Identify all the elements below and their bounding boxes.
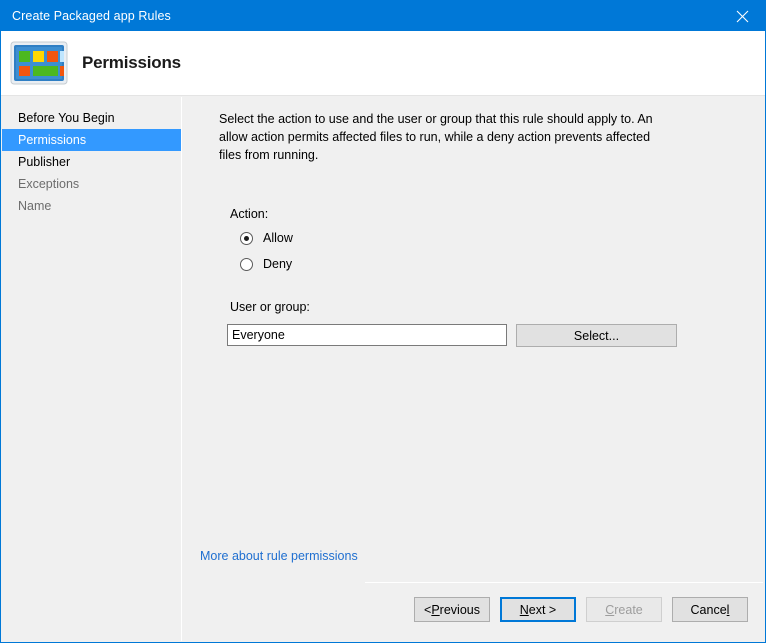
create-button-suffix: reate bbox=[614, 602, 643, 617]
window-title: Create Packaged app Rules bbox=[12, 9, 171, 23]
wizard-step-list: Before You Begin Permissions Publisher E… bbox=[2, 97, 182, 641]
radio-deny-indicator[interactable] bbox=[240, 257, 253, 271]
page-title: Permissions bbox=[82, 53, 181, 72]
next-button[interactable]: Next > bbox=[500, 597, 576, 622]
cancel-button[interactable]: Cance l bbox=[672, 597, 748, 622]
wizard-window: Create Packaged app Rules Permissions Be… bbox=[0, 0, 766, 643]
wizard-header: Permissions bbox=[1, 31, 765, 96]
previous-button-prefix: < bbox=[424, 602, 432, 617]
radio-allow-indicator[interactable] bbox=[240, 231, 253, 245]
sidebar-item-exceptions: Exceptions bbox=[18, 177, 80, 191]
previous-button-suffix: revious bbox=[439, 602, 480, 617]
radio-option-allow[interactable]: Allow bbox=[240, 229, 293, 247]
next-button-accel: N bbox=[519, 602, 529, 617]
user-or-group-input[interactable] bbox=[227, 324, 507, 346]
action-label: Action: bbox=[230, 207, 269, 221]
user-or-group-label: User or group: bbox=[230, 300, 310, 314]
title-bar: Create Packaged app Rules bbox=[1, 1, 765, 31]
cancel-button-accel: l bbox=[726, 602, 730, 617]
page-description: Select the action to use and the user or… bbox=[219, 112, 653, 162]
previous-button-accel: P bbox=[431, 602, 440, 617]
wizard-content: Select the action to use and the user or… bbox=[183, 97, 764, 641]
radio-allow-label: Allow bbox=[263, 231, 293, 245]
previous-button[interactable]: < Previous bbox=[414, 597, 490, 622]
radio-option-deny[interactable]: Deny bbox=[240, 255, 292, 273]
content-body: Select the action to use and the user or… bbox=[183, 97, 764, 583]
more-about-rule-permissions-link[interactable]: More about rule permissions bbox=[200, 549, 358, 563]
select-button[interactable]: Select... bbox=[516, 324, 677, 347]
radio-deny-label: Deny bbox=[263, 257, 293, 271]
next-button-suffix: ext > bbox=[528, 602, 557, 617]
footer-button-group: < Previous Next > Create Cance l bbox=[414, 597, 748, 622]
create-button: Create bbox=[586, 597, 662, 622]
sidebar-item-name: Name bbox=[18, 199, 52, 213]
packaged-app-rules-icon bbox=[8, 39, 70, 87]
close-icon[interactable] bbox=[719, 1, 765, 31]
sidebar-item-publisher[interactable]: Publisher bbox=[2, 151, 181, 173]
sidebar-item-permissions[interactable]: Permissions bbox=[2, 129, 181, 151]
create-button-accel: C bbox=[605, 602, 615, 617]
cancel-button-prefix: Cance bbox=[690, 602, 727, 617]
sidebar-item-before-you-begin[interactable]: Before You Begin bbox=[2, 107, 181, 129]
wizard-footer: < Previous Next > Create Cance l bbox=[365, 582, 763, 640]
